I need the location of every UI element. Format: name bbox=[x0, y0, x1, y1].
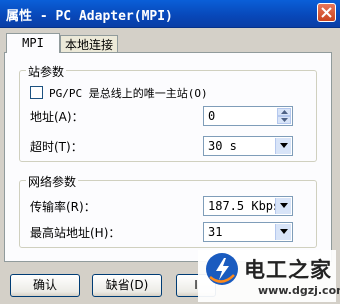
highest-address-label: 最高站地址(H)： bbox=[30, 226, 121, 240]
only-master-checkbox[interactable] bbox=[30, 86, 43, 99]
default-button[interactable]: 缺省(D) bbox=[92, 274, 162, 297]
highest-address-dropdown-button[interactable] bbox=[275, 224, 291, 240]
chevron-down-icon bbox=[280, 143, 288, 148]
timeout-select[interactable]: 30 s bbox=[203, 136, 293, 156]
tab-local-connection[interactable]: 本地连接 bbox=[60, 35, 118, 53]
title-bar: 属性 - PC Adapter(MPI) bbox=[0, 0, 340, 28]
logo-icon bbox=[206, 253, 238, 285]
timeout-value: 30 s bbox=[208, 139, 237, 153]
close-button[interactable] bbox=[317, 3, 336, 22]
tab-local-connection-label: 本地连接 bbox=[64, 38, 113, 52]
tab-panel: 站参数 PG/PC 是总线上的唯一主站(O) 地址(A)： 0 超时(T)： 3… bbox=[4, 52, 332, 262]
chevron-down-icon bbox=[280, 229, 288, 234]
default-button-label: 缺省(D) bbox=[105, 278, 149, 292]
baud-select[interactable]: 187.5 Kbps bbox=[203, 196, 293, 216]
watermark: 电工之家 www.dgzj.com bbox=[198, 250, 340, 302]
address-value: 0 bbox=[208, 109, 216, 123]
spin-down-button[interactable] bbox=[277, 116, 291, 124]
baud-value: 187.5 Kbps bbox=[208, 199, 281, 213]
baud-label: 传输率(R)： bbox=[30, 200, 96, 214]
spin-up-icon bbox=[281, 110, 288, 114]
chevron-down-icon bbox=[280, 203, 288, 208]
spin-up-button[interactable] bbox=[277, 108, 291, 116]
timeout-dropdown-button[interactable] bbox=[275, 138, 291, 154]
address-input[interactable]: 0 bbox=[203, 106, 293, 126]
highest-address-value: 31 bbox=[208, 225, 223, 239]
close-icon bbox=[321, 7, 332, 18]
highest-address-select[interactable]: 31 bbox=[203, 222, 293, 242]
tab-mpi-label: MPI bbox=[22, 36, 44, 50]
baud-dropdown-button[interactable] bbox=[275, 198, 291, 214]
ok-button[interactable]: 确认 bbox=[10, 274, 80, 297]
timeout-label: 超时(T)： bbox=[30, 140, 83, 154]
ok-button-label: 确认 bbox=[32, 278, 57, 292]
only-master-label: PG/PC 是总线上的唯一主站(O) bbox=[49, 87, 208, 100]
watermark-brand: 电工之家 bbox=[244, 258, 332, 282]
tab-mpi[interactable]: MPI bbox=[6, 33, 60, 53]
window-title: 属性 - PC Adapter(MPI) bbox=[6, 9, 173, 24]
network-params-title: 网络参数 bbox=[26, 173, 79, 190]
spin-down-icon bbox=[281, 118, 288, 122]
address-label: 地址(A)： bbox=[30, 110, 84, 124]
station-params-title: 站参数 bbox=[26, 63, 67, 80]
watermark-url: www.dgzj.com bbox=[258, 284, 340, 297]
